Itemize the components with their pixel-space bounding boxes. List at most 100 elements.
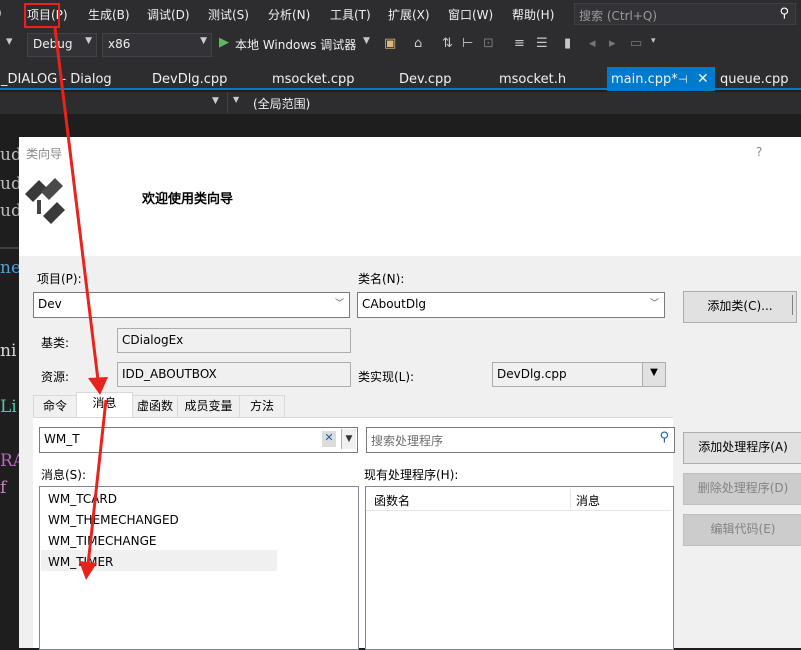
chevron-down-icon: ▼ [85, 36, 92, 46]
dialog-title: 类向导 [26, 147, 63, 161]
tab-msocket-cpp[interactable]: msocket.cpp [272, 72, 354, 87]
tab-messages[interactable]: 消息 [76, 392, 133, 420]
scope-bar: ▼ ▼ (全局范围) [0, 92, 801, 114]
impl-dropdown-button[interactable]: ▼ [642, 362, 666, 387]
menu-test[interactable]: 测试(S) [208, 6, 249, 23]
tab-dialog[interactable]: _DIALOG - Dialog [1, 72, 112, 87]
toggle-icon[interactable]: ⊡ [483, 36, 494, 51]
resource-label: 资源: [41, 370, 70, 384]
tab-methods[interactable]: 方法 [239, 395, 285, 419]
tab-virtual-functions[interactable]: 虚函数 [132, 395, 178, 419]
impl-field: DevDlg.cpp [492, 362, 643, 387]
overflow-icon[interactable]: ▾ [651, 36, 656, 46]
add-handler-button[interactable]: 添加处理程序(A) [683, 432, 801, 464]
messages-label: 消息(S): [41, 468, 87, 482]
tab-main-cpp[interactable]: main.cpp* [611, 72, 678, 87]
menu-help[interactable]: 帮助(H) [512, 6, 554, 23]
menu-build[interactable]: 生成(B) [88, 6, 130, 23]
folder-icon[interactable]: ▣ [384, 36, 396, 51]
code-fragment: Li [0, 397, 17, 417]
config-value: Debug [33, 37, 73, 51]
delete-handler-button: 删除处理程序(D) [683, 473, 801, 505]
menu-debug[interactable]: 调试(D) [147, 6, 190, 23]
chevron-down-icon[interactable]: ▼ [363, 36, 370, 46]
menu-fragment: ) [0, 6, 2, 20]
chevron-down-icon: ▼ [233, 95, 240, 104]
chevron-down-icon: ﹀ [649, 299, 659, 309]
handler-search-placeholder: 搜索处理程序 [371, 434, 444, 448]
scope-dropdown[interactable]: ▼ (全局范围) [230, 92, 801, 113]
column-header-message[interactable]: 消息 [576, 492, 600, 509]
tab-dev-cpp[interactable]: Dev.cpp [399, 72, 451, 87]
classname-label: 类名(N): [358, 272, 405, 286]
help-button[interactable]: ? [756, 145, 762, 159]
code-fragment: f [0, 478, 7, 498]
toolbar-dropdown-icon[interactable]: ▾ [6, 34, 13, 49]
tab-devdlg-cpp[interactable]: DevDlg.cpp [152, 72, 227, 87]
menu-analyze[interactable]: 分析(N) [268, 6, 310, 23]
config-select[interactable]: Debug ▼ [27, 33, 97, 57]
clear-icon[interactable]: ✕ [322, 431, 336, 447]
classname-value: CAboutDlg [362, 297, 427, 311]
message-filter-input[interactable]: WM_T ✕ ▼ [39, 427, 358, 453]
annotation-highlight-box [24, 3, 60, 28]
bookmark-icon[interactable]: ▮ [564, 36, 571, 51]
pin-icon[interactable]: ⊣ [678, 73, 688, 86]
bookmark-prev-icon[interactable]: ◂ [589, 36, 596, 51]
base-class-label: 基类: [41, 336, 70, 350]
dialog-banner [19, 137, 801, 256]
run-debugger-button[interactable]: 本地 Windows 调试器 [235, 36, 356, 53]
bookmark-clear-icon[interactable]: ▭ [630, 36, 642, 51]
search-input[interactable]: 搜索 (Ctrl+Q) ⚲ [574, 3, 796, 25]
existing-handlers-label: 现有处理程序(H): [364, 468, 459, 482]
menu-window[interactable]: 窗口(W) [448, 6, 493, 23]
tab-member-variables[interactable]: 成员变量 [177, 395, 240, 419]
indent-icon[interactable]: ≡ [514, 36, 525, 51]
project-select[interactable]: Dev ﹀ [33, 292, 350, 318]
comment-icon[interactable]: ☰ [536, 36, 548, 51]
list-item[interactable]: WM_THEMECHANGED [48, 513, 179, 527]
tab-commands[interactable]: 命令 [33, 395, 77, 419]
window-icon[interactable]: ⌂ [414, 36, 422, 51]
code-fragment: ni [0, 341, 17, 361]
menu-extensions[interactable]: 扩展(X) [388, 6, 430, 23]
impl-label: 类实现(L): [358, 370, 415, 384]
add-class-button[interactable]: 添加类(C)... [683, 291, 797, 323]
project-scope-dropdown[interactable]: ▼ [0, 92, 228, 113]
impl-value: DevDlg.cpp [497, 367, 567, 381]
close-icon[interactable]: ✕ [697, 71, 709, 87]
platform-select[interactable]: x86 ▼ [102, 33, 212, 57]
tab-msocket-h[interactable]: msocket.h [499, 72, 566, 87]
base-class-field: CDialogEx [117, 328, 351, 353]
bookmark-next-icon[interactable]: ▸ [609, 36, 616, 51]
column-header-function[interactable]: 函数名 [374, 492, 410, 509]
add-class-split-divider [792, 295, 793, 315]
classname-select[interactable]: CAboutDlg ﹀ [357, 292, 665, 318]
list-item[interactable]: WM_TCARD [48, 492, 117, 506]
resource-value: IDD_ABOUTBOX [122, 367, 217, 381]
editor-divider [0, 247, 19, 249]
message-list[interactable]: WM_TCARD WM_THEMECHANGED WM_TIMECHANGE W… [39, 486, 359, 650]
search-icon: ⚲ [659, 430, 669, 445]
edit-code-button: 编辑代码(E) [683, 514, 801, 546]
scope-value: (全局范围) [253, 97, 311, 111]
code-fragment: ne [0, 258, 22, 278]
step-icon[interactable]: ⇅ [442, 36, 453, 51]
search-icon: ⚲ [779, 6, 789, 21]
welcome-heading: 欢迎使用类向导 [142, 192, 234, 207]
message-filter-value: WM_T [44, 432, 80, 446]
tree-icon[interactable]: ⊢ [462, 36, 473, 51]
chevron-down-icon[interactable]: ▼ [341, 429, 356, 449]
play-icon[interactable]: ▶ [219, 35, 229, 50]
list-item[interactable]: WM_TIMECHANGE [48, 534, 157, 548]
base-class-value: CDialogEx [122, 333, 184, 347]
menu-tools[interactable]: 工具(T) [330, 6, 371, 23]
tab-queue-cpp[interactable]: queue.cpp [720, 72, 789, 87]
list-item[interactable]: WM_TIMER [48, 555, 113, 569]
chevron-down-icon: ▼ [212, 96, 219, 106]
handler-search-input[interactable]: 搜索处理程序 ⚲ [366, 427, 675, 453]
column-divider [570, 489, 571, 509]
search-placeholder: 搜索 (Ctrl+Q) [579, 9, 658, 23]
handlers-header: 函数名 消息 [366, 487, 671, 511]
existing-handlers-list[interactable]: 函数名 消息 [365, 486, 674, 650]
